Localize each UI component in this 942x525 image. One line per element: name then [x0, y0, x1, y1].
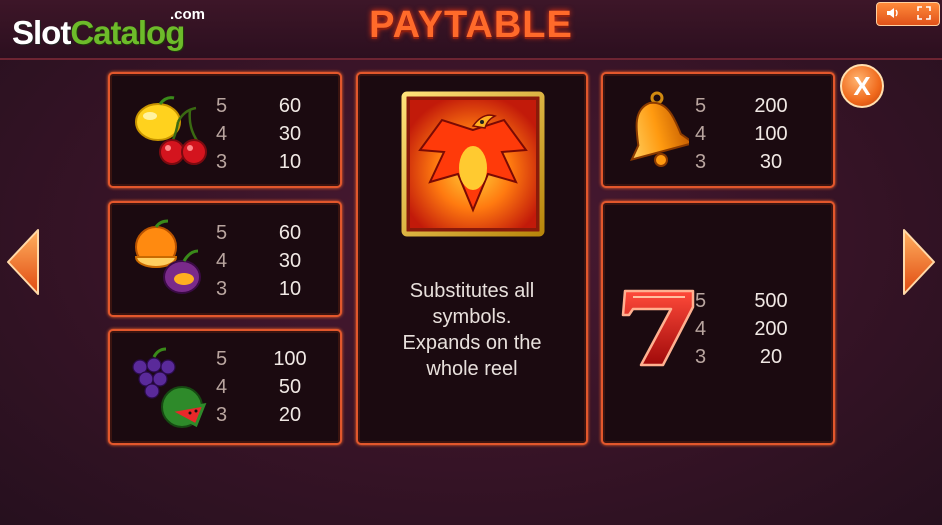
- pay-row: 5 500: [695, 287, 803, 315]
- paytable-panel-orange-plum: 5 60 4 30 3 10: [108, 201, 342, 317]
- pay-row: 5 100: [216, 345, 320, 373]
- arrow-left-icon: [7, 229, 39, 295]
- page-title: PAYTABLE: [369, 4, 573, 46]
- paytable-values: 5 100 4 50 3 20: [216, 345, 320, 429]
- pay-value: 60: [278, 222, 302, 244]
- symbol-count: 5: [216, 95, 228, 117]
- pay-value: 10: [278, 278, 302, 300]
- wild-description: Substitutes all symbols. Expands on the …: [358, 278, 586, 382]
- pay-value: 20: [278, 404, 302, 426]
- pay-row: 5 60: [216, 92, 320, 120]
- pay-row: 4 100: [695, 120, 803, 148]
- pay-value: 100: [754, 123, 788, 145]
- pay-value: 20: [759, 346, 783, 368]
- previous-page-arrow[interactable]: [2, 226, 42, 298]
- pay-value: 30: [278, 250, 302, 272]
- symbol-count: 5: [695, 95, 707, 117]
- paytable-values: 5 60 4 30 3 10: [216, 219, 320, 303]
- pay-row: 3 10: [216, 275, 320, 303]
- pay-value: 30: [278, 123, 302, 145]
- pay-value: 30: [759, 151, 783, 173]
- top-bar: SlotCatalog .com PAYTABLE: [0, 0, 942, 60]
- pay-row: 3 10: [216, 148, 320, 176]
- close-button[interactable]: X: [840, 64, 884, 108]
- speaker-icon[interactable]: [886, 6, 900, 23]
- phoenix-wild-icon: [401, 91, 545, 237]
- orange-plum-icon: [134, 219, 201, 294]
- pay-value: 100: [273, 348, 307, 370]
- arrow-right-icon: [903, 229, 935, 295]
- paytable-values: 5 200 4 100 3 30: [695, 92, 803, 176]
- symbol-count: 3: [216, 151, 228, 173]
- pay-value: 200: [754, 318, 788, 340]
- fullscreen-icon[interactable]: [916, 5, 931, 23]
- close-icon: X: [853, 70, 871, 101]
- paytable-panel-grape-watermelon: 5 100 4 50 3 20: [108, 329, 342, 445]
- wild-description-line: Substitutes all: [409, 280, 535, 302]
- symbol-count: 3: [695, 346, 707, 368]
- symbol-count: 5: [216, 348, 228, 370]
- next-page-arrow[interactable]: [900, 226, 940, 298]
- paytable-panel-bell: 5 200 4 100 3 30: [601, 72, 835, 188]
- symbol-count: 4: [216, 376, 228, 398]
- pay-value: 60: [278, 95, 302, 117]
- lemon-cherry-icon: [135, 96, 207, 165]
- pay-value: 500: [754, 290, 788, 312]
- pay-row: 3 30: [695, 148, 803, 176]
- pay-row: 5 200: [695, 92, 803, 120]
- symbol-count: 4: [216, 123, 228, 145]
- pay-row: 4 50: [216, 373, 320, 401]
- paytable-values: 5 500 4 200 3 20: [695, 287, 803, 371]
- symbol-count: 4: [695, 123, 707, 145]
- pay-row: 4 30: [216, 247, 320, 275]
- pay-row: 3 20: [695, 343, 803, 371]
- pay-row: 4 30: [216, 120, 320, 148]
- paytable-values: 5 60 4 30 3 10: [216, 92, 320, 176]
- wild-description-line: whole reel: [426, 358, 518, 380]
- wild-description-line: symbols.: [432, 306, 512, 328]
- wild-description-line: Expands on the: [402, 332, 542, 354]
- pay-value: 50: [278, 376, 302, 398]
- system-buttons: [876, 2, 940, 26]
- paytable-panel-lemon-cherry: 5 60 4 30 3 10: [108, 72, 342, 188]
- symbol-count: 4: [695, 318, 707, 340]
- symbol-count: 3: [695, 151, 707, 173]
- grape-watermelon-icon: [132, 347, 207, 428]
- paytable-panel-seven: 5 500 4 200 3 20: [601, 201, 835, 445]
- pay-value: 200: [754, 95, 788, 117]
- symbol-count: 5: [695, 290, 707, 312]
- symbol-count: 4: [216, 250, 228, 272]
- seven-icon: [621, 289, 695, 367]
- symbol-count: 3: [216, 404, 228, 426]
- paytable-panel-wild: Substitutes all symbols. Expands on the …: [356, 72, 588, 445]
- pay-value: 10: [278, 151, 302, 173]
- pay-row: 4 200: [695, 315, 803, 343]
- pay-row: 3 20: [216, 401, 320, 429]
- symbol-count: 3: [216, 278, 228, 300]
- bell-icon: [629, 91, 689, 167]
- pay-row: 5 60: [216, 219, 320, 247]
- symbol-count: 5: [216, 222, 228, 244]
